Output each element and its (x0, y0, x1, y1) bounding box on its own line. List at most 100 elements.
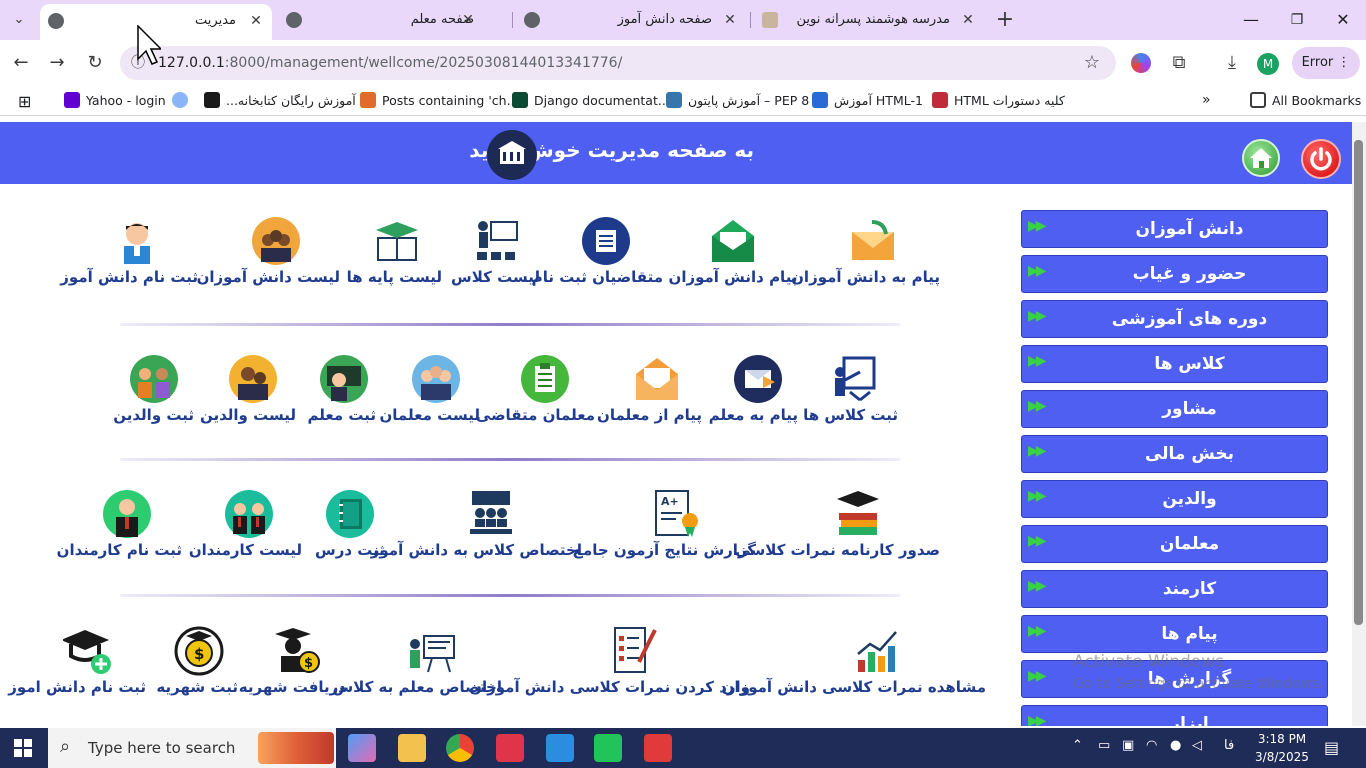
home-icon[interactable] (1242, 139, 1280, 177)
taskbar-clock[interactable]: 3:18 PM 3/8/2025 (1246, 730, 1318, 766)
grid-item-assign-class-to-student[interactable]: اختصاص کلاس به دانش آموز (371, 489, 582, 569)
grid-item-staff-list[interactable]: لیست کارمندان (189, 489, 302, 569)
notifications-icon[interactable]: ▤ (1324, 738, 1339, 757)
scrollbar-thumb[interactable] (1354, 140, 1363, 625)
bookmark-item[interactable]: Posts containing 'ch... (360, 86, 519, 114)
extensions-icon[interactable]: ⧉ (1164, 48, 1194, 78)
double-chevron-icon: ▶▶ (1028, 668, 1046, 684)
grid-item-messages-from-teachers[interactable]: پیام از معلمان (597, 354, 702, 434)
grid-item-student-messages[interactable]: پیام دانش آموزان (668, 216, 798, 296)
profile-error-button[interactable]: Error ⋮ (1292, 47, 1360, 79)
tab-teacher[interactable]: صفحه معلم ✕ (278, 0, 510, 40)
sidebar-item-courses[interactable]: ▶▶ دوره های آموزشی (1021, 300, 1328, 338)
grid-item-register-course[interactable]: ثبت درس (315, 489, 385, 569)
sidebar-item-classes[interactable]: ▶▶ کلاس ها (1021, 345, 1328, 383)
bookmark-item[interactable]: Django documentat... (512, 86, 670, 114)
close-window-icon[interactable]: ✕ (1320, 0, 1366, 40)
meet-now-icon[interactable]: ▣ (1122, 738, 1134, 753)
grid-item-view-student-grades[interactable]: مشاهده نمرات کلاسی دانش آموزان (722, 626, 986, 706)
sidebar-item-teachers[interactable]: ▶▶ معلمان (1021, 525, 1328, 563)
tab-student[interactable]: صفحه دانش آموز ✕ (516, 0, 748, 40)
grid-item-class-list[interactable]: لیست کلاس (448, 216, 543, 296)
forward-icon[interactable]: → (42, 48, 72, 78)
grid-item-student-registration[interactable]: ثبت نام دانش آموز (60, 216, 198, 296)
more-bookmarks-icon[interactable]: » (1202, 86, 1211, 114)
grid-item-student-enrollment[interactable]: ثبت نام دانش اموز (8, 626, 146, 706)
close-icon[interactable]: ✕ (960, 12, 976, 28)
tab-title: صفحه دانش آموز (617, 12, 712, 27)
grid-item-enter-student-grades[interactable]: وارد کردن نمرات کلاسی دانش آموزان (469, 626, 750, 706)
bookmark-star-icon[interactable]: ☆ (1077, 48, 1107, 78)
certificate-icon: A+ (655, 490, 698, 537)
sidebar-item-counselor[interactable]: ▶▶ مشاور (1021, 390, 1328, 428)
new-tab-icon[interactable]: + (990, 5, 1020, 35)
grid-item-message-to-students[interactable]: پیام به دانش آموزان (791, 216, 940, 296)
download-icon[interactable]: ⤓ (1217, 48, 1247, 78)
grid-item-parents-list[interactable]: لیست والدین (200, 354, 296, 434)
close-icon[interactable]: ✕ (248, 13, 264, 29)
url-text[interactable]: 127.0.0.1:8000/management/wellcome/20250… (158, 55, 622, 71)
avatar[interactable]: M (1253, 48, 1283, 78)
microphone-icon[interactable]: ● (1170, 738, 1181, 753)
apps-grid-icon[interactable]: ⊞ (18, 87, 31, 115)
restore-icon[interactable]: ❐ (1274, 0, 1320, 40)
gemini-icon[interactable] (1126, 48, 1156, 78)
grid-item-register-classes[interactable]: ثبت کلاس ها (803, 354, 898, 434)
sidebar-item-parents[interactable]: ▶▶ والدین (1021, 480, 1328, 518)
vscode-icon[interactable] (546, 734, 574, 762)
grid-item-comprehensive-exam-report[interactable]: A+ گزارش نتایج آزمون جامع (573, 489, 756, 569)
minimize-icon[interactable]: — (1228, 0, 1274, 40)
windows-start-icon[interactable] (14, 739, 32, 757)
file-explorer-icon[interactable] (398, 734, 426, 762)
bookmark-item[interactable]: PEP 8 – آموزش پایتون (666, 86, 809, 114)
app-icon[interactable] (644, 734, 672, 762)
volume-icon[interactable]: ◁ (1192, 738, 1202, 753)
sidebar-item-attendance[interactable]: ▶▶ حضور و غیاب (1021, 255, 1328, 293)
pycharm-icon[interactable] (594, 734, 622, 762)
grid-item-applicant-teachers[interactable]: معلمان متقاضی (476, 354, 595, 434)
back-icon[interactable]: ← (6, 48, 36, 78)
grid-item-message-to-teacher[interactable]: پیام به معلم (709, 354, 798, 434)
sidebar-item-finance[interactable]: ▶▶ بخش مالی (1021, 435, 1328, 473)
tab-search-icon[interactable]: ⌄ (4, 5, 34, 35)
grid-item-register-tuition[interactable]: $ ثبت شهریه (156, 626, 238, 706)
all-bookmarks-folder[interactable]: All Bookmarks (1250, 86, 1361, 114)
horizontal-scrollbar[interactable] (0, 716, 1352, 726)
copilot-icon[interactable] (348, 734, 376, 762)
reload-icon[interactable]: ↻ (80, 48, 110, 78)
bookmark-item[interactable]: کلیه دستورات HTML (932, 86, 1065, 114)
chrome-icon[interactable] (446, 734, 474, 762)
chevron-up-icon[interactable]: ⌃ (1072, 738, 1083, 753)
taskbar-search-input[interactable]: ⌕ Type here to search (48, 728, 336, 768)
bookmark-item[interactable]: آموزش رایگان کتابخانه... (204, 86, 356, 114)
grid-item-receive-tuition[interactable]: $ دریافت شهریه (239, 626, 346, 706)
activate-windows-watermark: Activate Windows (1073, 652, 1224, 672)
grid-item-register-teacher[interactable]: ثبت معلم (308, 354, 376, 434)
globe-icon (286, 12, 302, 28)
grid-item-register-parents[interactable]: ثبت والدین (113, 354, 194, 434)
bookmark-item[interactable]: HTML-1 آموزش (812, 86, 923, 114)
close-icon[interactable]: ✕ (460, 12, 476, 28)
input-language[interactable]: فا (1224, 738, 1234, 753)
classroom-icon (476, 221, 518, 260)
bookmark-item[interactable]: Yahoo - login (64, 86, 166, 114)
bookmark-item[interactable] (172, 86, 194, 114)
grid-item-staff-registration[interactable]: ثبت نام کارمندان (57, 489, 182, 569)
sidebar-item-employee[interactable]: ▶▶ کارمند (1021, 570, 1328, 608)
grid-item-assign-teacher-to-class[interactable]: اختصاص معلم به کلاس (332, 626, 502, 706)
grid-item-applicants[interactable]: متقاضیان ثبت نام (532, 216, 663, 296)
sidebar-item-messages[interactable]: ▶▶ پیام ها (1021, 615, 1328, 653)
anydesk-icon[interactable] (496, 734, 524, 762)
close-icon[interactable]: ✕ (722, 12, 738, 28)
grid-item-grade-list[interactable]: لیست پایه ها (347, 216, 442, 296)
tab-school[interactable]: مدرسه هوشمند پسرانه نوین ✕ (754, 0, 986, 40)
grid-item-teacher-list[interactable]: لیست معلمان (380, 354, 480, 434)
bookmarks-bar: ⊞ Yahoo - login آموزش رایگان کتابخانه...… (0, 86, 1366, 116)
envelope-icon (851, 220, 894, 260)
grid-item-issue-report-card[interactable]: صدور کارنامه نمرات کلاسی (735, 489, 940, 569)
battery-icon[interactable]: ▭ (1098, 738, 1110, 753)
grid-item-student-list[interactable]: لیست دانش آموزان (197, 216, 340, 296)
power-off-icon[interactable] (1301, 139, 1341, 179)
sidebar-item-students[interactable]: ▶▶ دانش آموزان (1021, 210, 1328, 248)
wifi-icon[interactable]: ◠ (1146, 738, 1157, 753)
